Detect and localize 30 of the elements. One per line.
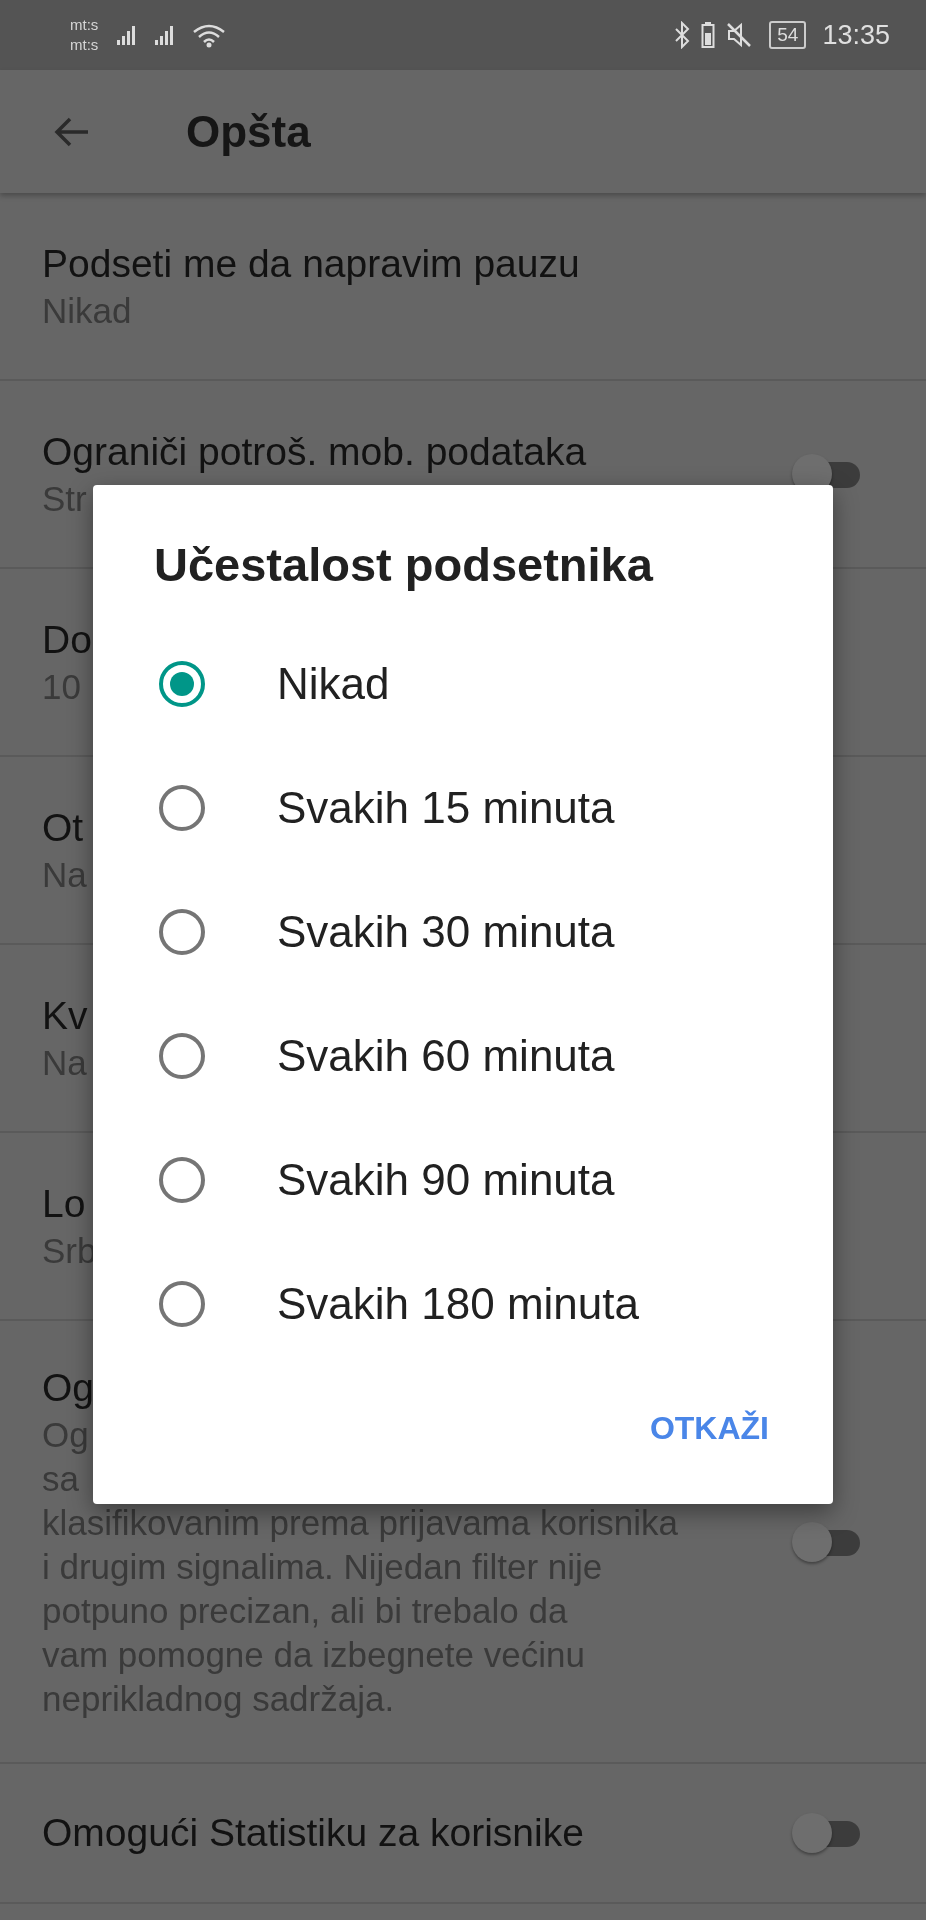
radio-option[interactable]: Svakih 30 minuta xyxy=(93,870,833,994)
screen-title: Opšta xyxy=(186,106,311,157)
radio-button[interactable] xyxy=(159,1157,205,1203)
battery-icon xyxy=(701,21,716,49)
radio-option[interactable]: Nikad xyxy=(93,622,833,746)
radio-button[interactable] xyxy=(159,1033,205,1079)
radio-button[interactable] xyxy=(159,785,205,831)
radio-button[interactable] xyxy=(159,661,205,707)
setting-title: Podseti me da napravim pauzu xyxy=(42,241,580,287)
radio-option[interactable]: Svakih 60 minuta xyxy=(93,994,833,1118)
radio-button[interactable] xyxy=(159,1281,205,1327)
setting-title: Omogući Statistiku za korisnike xyxy=(42,1810,584,1856)
toggle-switch[interactable] xyxy=(792,1813,860,1853)
battery-percentage: 54 xyxy=(777,24,799,46)
cancel-button[interactable]: OTKAŽI xyxy=(643,1398,775,1459)
bluetooth-icon xyxy=(673,21,692,49)
setting-title: Og xyxy=(42,1364,96,1411)
radio-option[interactable]: Svakih 90 minuta xyxy=(93,1118,833,1242)
radio-button[interactable] xyxy=(159,909,205,955)
radio-option[interactable]: Svakih 15 minuta xyxy=(93,746,833,870)
setting-title: Ograniči potroš. mob. podataka xyxy=(42,429,587,475)
carrier-label: mt:s xyxy=(70,15,99,35)
setting-title: Do xyxy=(42,617,92,663)
clock: 13:35 xyxy=(822,19,890,51)
setting-title: Ot xyxy=(42,805,85,851)
setting-title: Kv xyxy=(42,993,88,1039)
toggle-switch[interactable] xyxy=(792,1521,860,1562)
carrier-label: mt:s xyxy=(70,35,99,55)
setting-title: Lo xyxy=(42,1181,87,1227)
back-arrow-icon xyxy=(54,115,90,148)
